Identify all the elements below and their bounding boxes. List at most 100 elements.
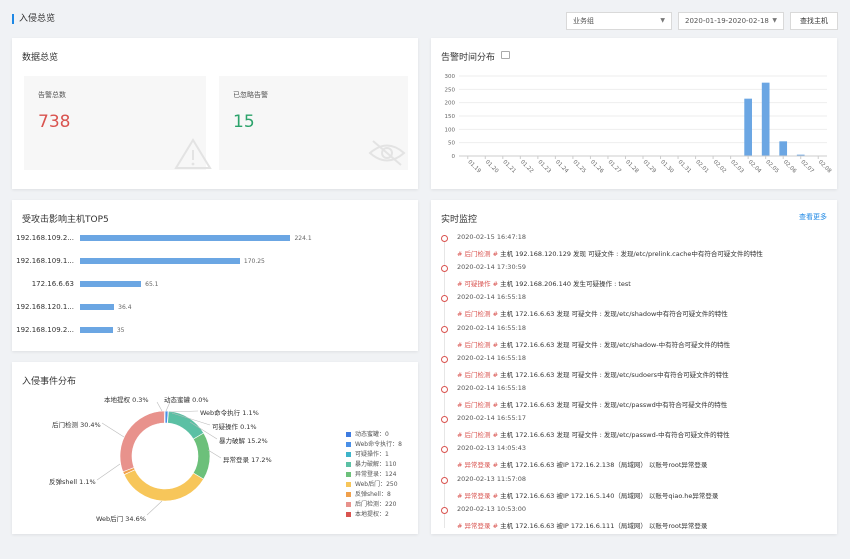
intrusion-legend: 动态蜜罐：0 Web命令执行：8 可疑操作：1 暴力破解：110 异常登录：124 Web… [346, 429, 416, 521]
slice-异常登录[interactable] [192, 432, 211, 480]
legend-swatch [346, 442, 351, 447]
monitor-message: 主机 172.16.6.63 发现 可疑文件 : 发现/etc/shadow中有… [498, 310, 728, 319]
alert-time-card: 告警时间分布 0 50 100 150 200 250 300 01.19 01.20 01.21… [431, 38, 837, 189]
host-value-label: 36.4 [118, 304, 132, 311]
legend-label: 动态蜜罐：0 [355, 431, 389, 438]
ignored-alerts-label: 已忽略告警 [233, 91, 268, 99]
group-select[interactable]: 业务组 ▼ [566, 12, 672, 30]
total-alerts-label: 告警总数 [38, 91, 66, 99]
monitor-time: 2020-02-14 16:55:18 [457, 323, 527, 332]
x-tick-label: 02.07 [799, 159, 815, 175]
legend-label: Web命令执行：8 [355, 441, 402, 448]
legend-swatch [346, 462, 351, 467]
overview-title: 数据总览 [22, 53, 59, 63]
host-bar[interactable] [80, 235, 291, 241]
legend-swatch [346, 482, 351, 487]
label-leader-line [146, 500, 163, 516]
alert-time-title: 告警时间分布 [441, 53, 496, 63]
page-title: 入侵总览 [12, 14, 55, 24]
timeline-dot-icon [441, 476, 448, 484]
monitor-time: 2020-02-13 10:53:00 [457, 504, 527, 513]
monitor-time: 2020-02-13 14:05:43 [457, 444, 527, 453]
x-tick-label: 02.05 [764, 159, 780, 175]
chart-export-icon[interactable] [501, 51, 510, 59]
slice-后门检测[interactable] [119, 410, 165, 473]
host-bar[interactable] [80, 327, 113, 333]
host-bar[interactable] [80, 304, 115, 310]
x-tick-label: 01.21 [501, 159, 516, 174]
host-value-label: 170.25 [243, 258, 265, 265]
legend-label: 异常登录：124 [355, 471, 397, 478]
x-tick-label: 01.29 [642, 159, 658, 175]
legend-label: 可疑操作：1 [355, 451, 389, 458]
monitor-text: # 可疑操作 # 主机 192.168.206.140 发生可疑操作 : tes… [457, 278, 631, 288]
monitor-tag: # 后门检测 # [457, 340, 499, 349]
legend-item[interactable]: 动态蜜罐：0 [346, 429, 389, 438]
timeline-dot-icon [441, 416, 448, 424]
date-range-select[interactable]: 2020-01-19-2020-02-18 ▼ [678, 12, 784, 30]
slice-本地提权[interactable] [163, 410, 166, 424]
intrusion-donut-chart [96, 401, 222, 516]
ignored-alerts-value: 15 [233, 112, 255, 132]
timeline-dot-icon [441, 386, 448, 393]
monitor-title: 实时监控 [441, 215, 478, 225]
x-tick-label: 01.31 [677, 159, 692, 174]
top5-card: 受攻击影响主机TOP5 192.168.109.2... 224.1 192.168… [12, 200, 418, 351]
timeline-dot-icon [441, 506, 448, 514]
host-value-label: 35 [116, 327, 125, 334]
legend-label: 后门检测：220 [355, 501, 397, 508]
monitor-text: # 后门检测 # 主机 172.16.6.63 发现 可疑文件 : 发现/etc… [457, 369, 729, 379]
legend-item[interactable]: 本地提权：2 [346, 509, 389, 518]
slice-Web后门[interactable] [123, 469, 204, 502]
monitor-text: # 后门检测 # 主机 172.16.6.63 发现 可疑文件 : 发现/etc… [457, 308, 728, 318]
monitor-tag: # 后门检测 # [457, 250, 499, 258]
bar-02.06[interactable] [779, 141, 788, 156]
chevron-down-icon: ▼ [772, 17, 777, 24]
legend-label: 暴力破解：110 [355, 461, 397, 468]
chevron-down-icon: ▼ [660, 17, 665, 24]
label-leader-line [96, 463, 121, 481]
monitor-time: 2020-02-14 16:55:18 [457, 384, 527, 392]
bar-02.05[interactable] [761, 82, 770, 156]
legend-label: 本地提权：2 [355, 511, 389, 518]
x-tick-label: 02.03 [729, 159, 745, 175]
monitor-time: 2020-02-14 17:30:59 [457, 263, 527, 272]
monitor-time: 2020-02-14 16:55:18 [457, 353, 527, 362]
monitor-message: 主机 172.16.6.63 被IP 172.16.2.138（局域网） 以账号… [498, 461, 708, 470]
alert-time-chart: 05010015020025030001.19 01.20 01.21 01.22 01… [445, 74, 833, 175]
host-value-label: 224.1 [294, 235, 312, 242]
slice-暴力破解[interactable] [167, 410, 205, 440]
label-backdoor: 后门检测 30.4% [52, 421, 101, 429]
legend-item[interactable]: 可疑操作：1 [346, 449, 389, 458]
legend-item[interactable]: 反弹shell：8 [346, 489, 391, 498]
monitor-text: # 异常登录 # 主机 172.16.6.63 被IP 172.16.6.111… [457, 520, 707, 530]
y-tick-label: 0 [452, 154, 456, 160]
legend-item[interactable]: 暴力破解：110 [346, 459, 396, 468]
x-tick-label: 02.06 [782, 159, 798, 175]
ignored-alerts-box[interactable]: 已忽略告警 15 [219, 76, 408, 170]
legend-swatch [346, 502, 351, 507]
legend-item[interactable]: Web命令执行：8 [346, 439, 402, 448]
monitor-message: 主机 172.16.6.63 发现 可疑文件 : 发现/etc/sudoers中… [498, 370, 729, 379]
host-bar[interactable] [80, 281, 142, 287]
label-reverse-shell: 反弹shell 1.1% [49, 478, 96, 486]
host-bar[interactable] [80, 258, 240, 264]
total-alerts-box[interactable]: 告警总数 738 [24, 76, 212, 170]
legend-item[interactable]: 后门检测：220 [346, 499, 396, 508]
monitor-tag: # 后门检测 # [457, 310, 499, 319]
host-label: 192.168.109.2... [16, 326, 74, 334]
monitor-time: 2020-02-14 16:55:17 [457, 414, 527, 423]
view-more-link[interactable]: 查看更多 [799, 212, 827, 222]
label-leader-line [156, 401, 163, 412]
search-host-button[interactable]: 查找主机 [790, 12, 838, 30]
legend-item[interactable]: 异常登录：124 [346, 469, 396, 478]
monitor-message: 主机 172.16.6.63 被IP 172.16.6.111（局域网） 以账号… [498, 521, 708, 530]
x-tick-label: 01.22 [519, 159, 534, 174]
host-label: 192.168.120.1... [16, 303, 74, 311]
x-tick-label: 01.25 [571, 159, 587, 175]
x-tick-label: 01.24 [554, 159, 570, 175]
host-label: 172.16.6.63 [31, 280, 74, 288]
bar-02.04[interactable] [744, 98, 752, 156]
label-web-backdoor: Web后门 34.6% [96, 515, 146, 523]
legend-item[interactable]: Web后门：250 [346, 479, 398, 488]
